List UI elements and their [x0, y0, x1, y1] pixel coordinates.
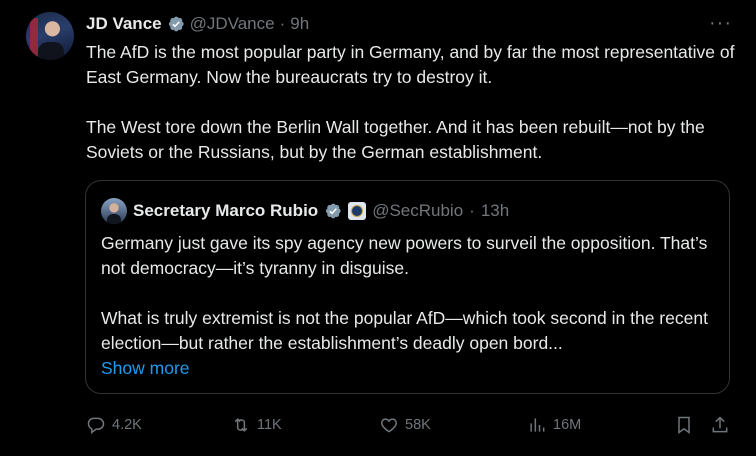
tweet-actions: 4.2K 11K 58K 16M — [86, 410, 736, 440]
avatar-flag-stripe — [30, 18, 38, 58]
more-icon[interactable]: ··· — [709, 13, 732, 33]
share-icon — [712, 416, 728, 433]
tweet-avatar[interactable] — [26, 12, 74, 60]
views-count: 16M — [553, 417, 582, 433]
like-icon — [381, 418, 397, 433]
bookmark-icon — [678, 416, 690, 434]
verified-badge-icon — [168, 16, 184, 32]
tweet-text: The AfD is the most popular party in Ger… — [86, 42, 735, 162]
tweet-timestamp[interactable]: 9h — [290, 14, 309, 34]
show-more-link[interactable]: Show more — [101, 358, 190, 379]
views-icon — [530, 418, 545, 432]
quote-author-handle[interactable]: @SecRubio — [372, 201, 463, 221]
verified-badge-icon — [326, 203, 341, 219]
like-button[interactable]: 58K — [379, 410, 431, 440]
repost-icon — [234, 418, 248, 432]
avatar-figure — [38, 42, 64, 60]
header-separator: · — [279, 14, 286, 33]
repost-count: 11K — [257, 417, 282, 433]
quoted-tweet[interactable]: Secretary Marco Rubio @SecRubio · 13h Ge… — [85, 180, 730, 394]
reply-count: 4.2K — [112, 417, 142, 433]
views-button[interactable]: 16M — [527, 410, 581, 440]
like-count: 58K — [405, 417, 431, 433]
author-name[interactable]: JD Vance — [86, 14, 162, 34]
quote-text: Germany just gave its spy agency new pow… — [101, 233, 708, 353]
quote-header: Secretary Marco Rubio @SecRubio · 13h — [101, 198, 509, 224]
government-seal-icon — [348, 202, 367, 220]
tweet-header: JD Vance @JDVance · 9h — [86, 13, 309, 35]
author-handle[interactable]: @JDVance — [190, 14, 275, 34]
quote-timestamp[interactable]: 13h — [481, 201, 509, 221]
share-button[interactable] — [710, 410, 730, 440]
repost-button[interactable]: 11K — [231, 410, 282, 440]
quote-author-name[interactable]: Secretary Marco Rubio — [133, 201, 318, 221]
bookmark-button[interactable] — [674, 410, 694, 440]
reply-icon — [87, 417, 105, 435]
reply-button[interactable]: 4.2K — [86, 410, 142, 440]
quote-avatar[interactable] — [101, 198, 127, 224]
quote-separator: · — [469, 201, 475, 220]
